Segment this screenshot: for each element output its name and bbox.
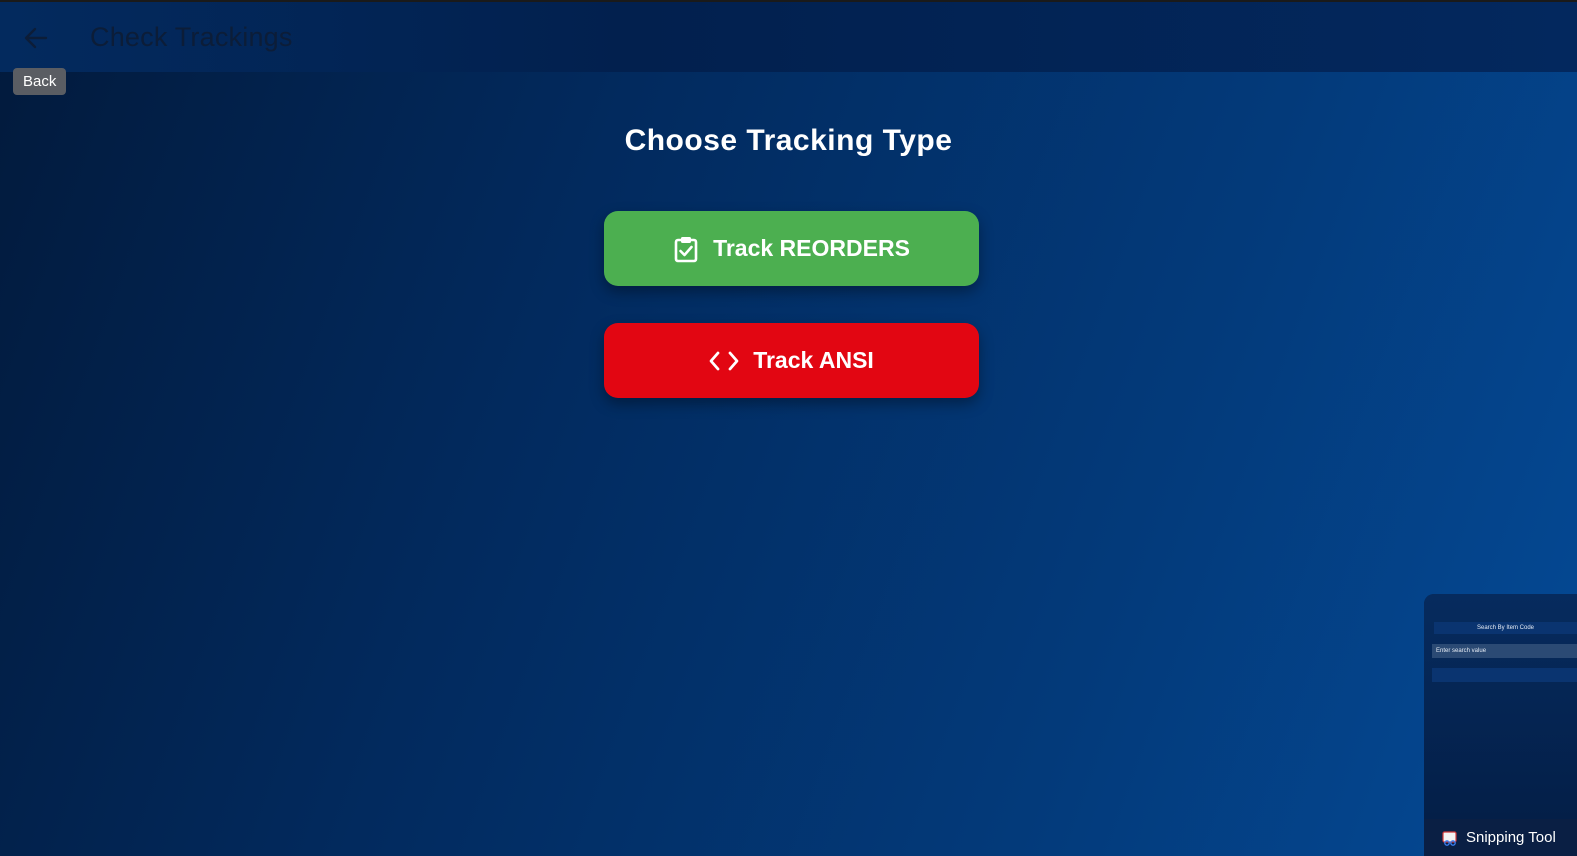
back-tooltip: Back (13, 68, 67, 95)
track-ansi-label: Track ANSI (753, 347, 874, 373)
snipping-tool-label: Snipping Tool (1466, 829, 1556, 846)
app-header: Check Trackings (0, 0, 1577, 72)
preview-bar (1432, 668, 1577, 682)
snipping-tool-thumbnail[interactable]: Search By Item Code Enter search value S… (1424, 594, 1577, 856)
track-reorders-label: Track REORDERS (713, 235, 910, 261)
clipboard-check-icon (673, 235, 699, 263)
preview-search-input: Enter search value (1432, 644, 1577, 658)
track-ansi-button[interactable]: Track ANSI (604, 323, 979, 398)
page-title: Check Trackings (90, 22, 293, 52)
code-icon (709, 350, 739, 372)
back-arrow-icon[interactable] (22, 24, 50, 52)
snipping-tool-icon (1442, 830, 1458, 846)
preview-title: Search By Item Code (1434, 622, 1577, 634)
track-reorders-button[interactable]: Track REORDERS (604, 211, 979, 286)
tracking-type-heading: Choose Tracking Type (624, 124, 953, 157)
snip-preview: Search By Item Code Enter search value (1424, 594, 1577, 819)
snipping-tool-label-bar: Snipping Tool (1424, 819, 1577, 856)
